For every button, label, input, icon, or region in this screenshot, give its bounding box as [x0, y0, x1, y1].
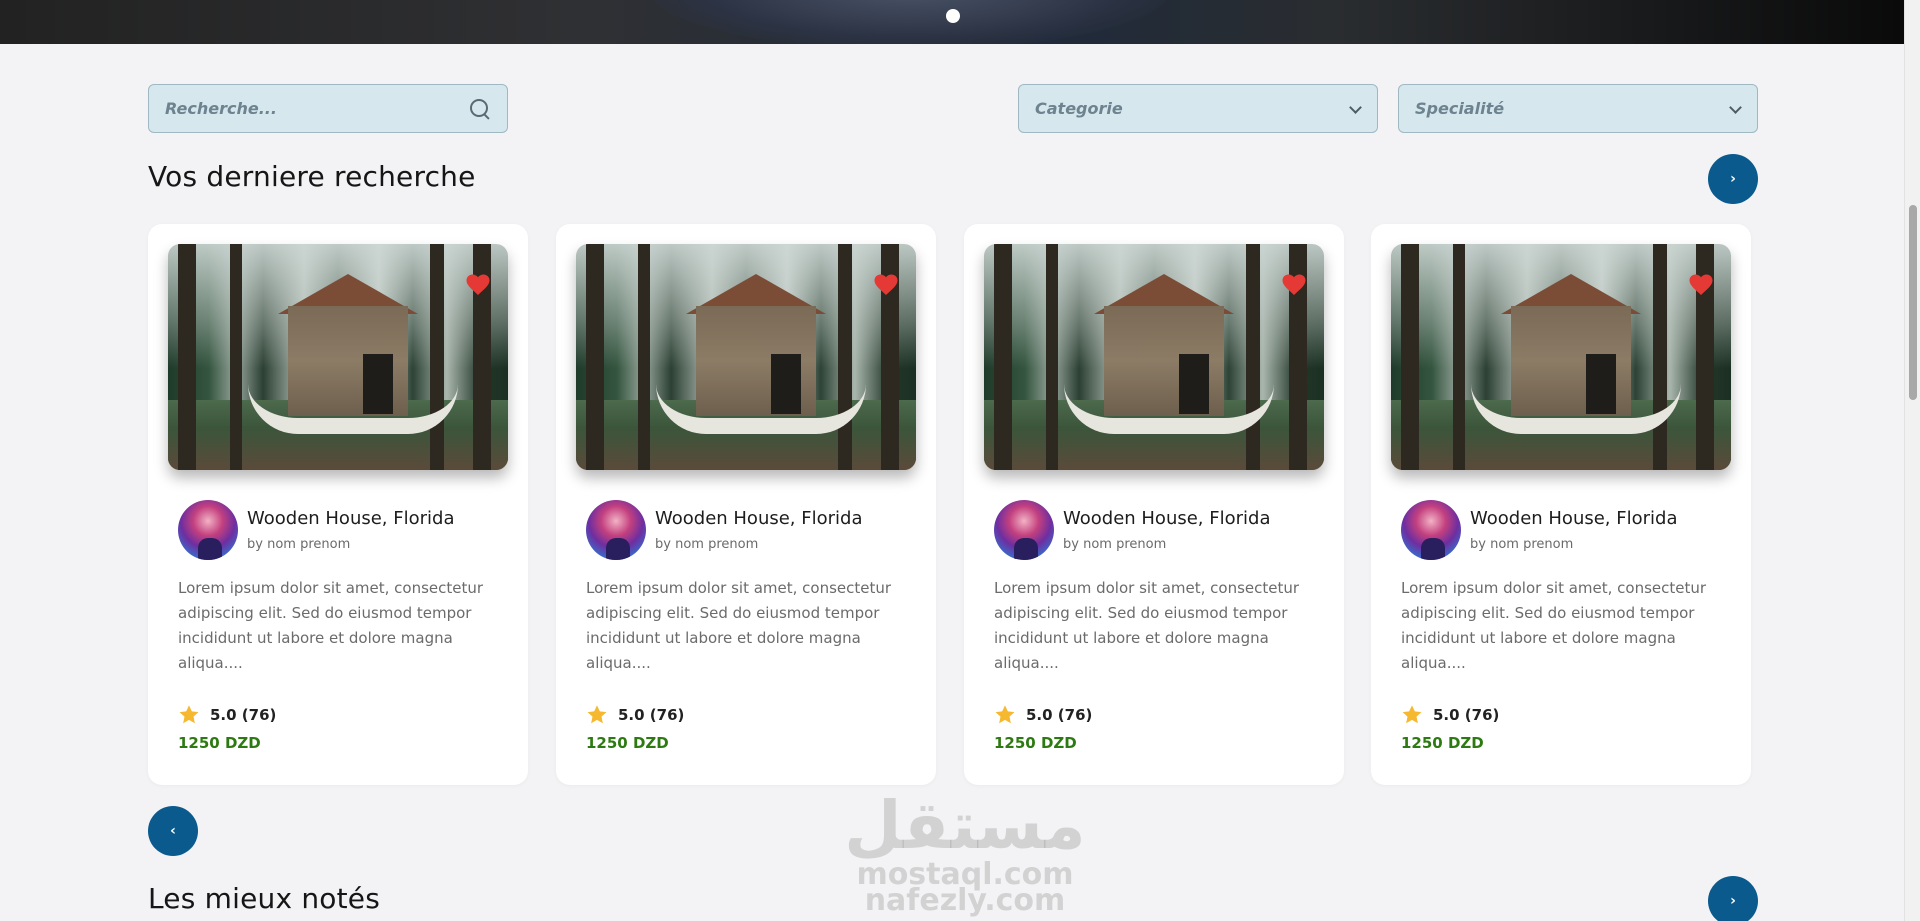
listing-description: Lorem ipsum dolor sit amet, consectetur … [178, 579, 484, 672]
rating: 5.0 (76) [994, 704, 1092, 726]
rating-value: 5.0 (76) [210, 706, 277, 724]
star-icon [1401, 704, 1423, 726]
listing-description: Lorem ipsum dolor sit amet, consectetur … [586, 579, 892, 672]
listing-card[interactable]: Wooden House, Florida by nom prenom Lore… [556, 224, 936, 785]
heart-icon[interactable] [874, 274, 898, 296]
listing-description: Lorem ipsum dolor sit amet, consectetur … [1401, 579, 1707, 672]
listing-image[interactable] [576, 244, 916, 470]
listing-title[interactable]: Wooden House, Florida [247, 508, 454, 530]
hero-banner [0, 0, 1904, 44]
star-icon [586, 704, 608, 726]
listing-author: by nom prenom [247, 537, 351, 552]
avatar[interactable] [1401, 500, 1461, 560]
author-row: Wooden House, Florida by nom prenom [994, 500, 1270, 560]
avatar[interactable] [994, 500, 1054, 560]
rating-value: 5.0 (76) [1433, 706, 1500, 724]
author-row: Wooden House, Florida by nom prenom [1401, 500, 1677, 560]
rating-value: 5.0 (76) [618, 706, 685, 724]
listing-image[interactable] [984, 244, 1324, 470]
chevron-down-icon [1729, 103, 1741, 115]
author-row: Wooden House, Florida by nom prenom [586, 500, 862, 560]
listing-title[interactable]: Wooden House, Florida [1470, 508, 1677, 530]
rating: 5.0 (76) [178, 704, 276, 726]
chevron-down-icon [1349, 103, 1361, 115]
star-icon [994, 704, 1016, 726]
heart-icon[interactable] [1282, 274, 1306, 296]
heart-icon[interactable] [466, 274, 490, 296]
next-button[interactable]: › [1708, 876, 1758, 921]
next-button[interactable]: › [1708, 154, 1758, 204]
listing-description: Lorem ipsum dolor sit amet, consectetur … [994, 579, 1300, 672]
listing-image[interactable] [1391, 244, 1731, 470]
section-title-top-rated: Les mieux notés [148, 882, 380, 915]
listing-price: 1250 DZD [994, 734, 1077, 752]
avatar[interactable] [178, 500, 238, 560]
watermark: مستقل mostaql.com nafezly.com [840, 790, 1090, 921]
search-input[interactable]: Recherche... [148, 84, 508, 133]
listing-price: 1250 DZD [178, 734, 261, 752]
listing-author: by nom prenom [1470, 537, 1574, 552]
watermark-line: nafezly.com [864, 883, 1066, 918]
search-placeholder: Recherche... [165, 99, 277, 118]
rating: 5.0 (76) [586, 704, 684, 726]
avatar[interactable] [586, 500, 646, 560]
search-icon[interactable] [469, 98, 491, 120]
rating: 5.0 (76) [1401, 704, 1499, 726]
scrollbar[interactable] [1904, 0, 1920, 921]
star-icon [178, 704, 200, 726]
prev-button[interactable]: ‹ [148, 806, 198, 856]
listing-card[interactable]: Wooden House, Florida by nom prenom Lore… [964, 224, 1344, 785]
listing-title[interactable]: Wooden House, Florida [655, 508, 862, 530]
listing-card[interactable]: Wooden House, Florida by nom prenom Lore… [1371, 224, 1751, 785]
listing-author: by nom prenom [655, 537, 759, 552]
carousel-dot[interactable] [946, 9, 960, 23]
category-select[interactable]: Categorie [1018, 84, 1378, 133]
specialty-select[interactable]: Specialité [1398, 84, 1758, 133]
listing-price: 1250 DZD [586, 734, 669, 752]
specialty-label: Specialité [1415, 99, 1505, 118]
hero-image-fragment [650, 0, 1170, 44]
heart-icon[interactable] [1689, 274, 1713, 296]
watermark-line: mostaql.com [856, 857, 1074, 892]
listing-author: by nom prenom [1063, 537, 1167, 552]
rating-value: 5.0 (76) [1026, 706, 1093, 724]
listing-card[interactable]: Wooden House, Florida by nom prenom Lore… [148, 224, 528, 785]
category-label: Categorie [1035, 99, 1123, 118]
scrollbar-thumb[interactable] [1909, 205, 1917, 400]
listing-price: 1250 DZD [1401, 734, 1484, 752]
watermark-logo: مستقل [844, 787, 1087, 864]
section-title-recent: Vos derniere recherche [148, 160, 476, 193]
listing-title[interactable]: Wooden House, Florida [1063, 508, 1270, 530]
listing-image[interactable] [168, 244, 508, 470]
author-row: Wooden House, Florida by nom prenom [178, 500, 454, 560]
